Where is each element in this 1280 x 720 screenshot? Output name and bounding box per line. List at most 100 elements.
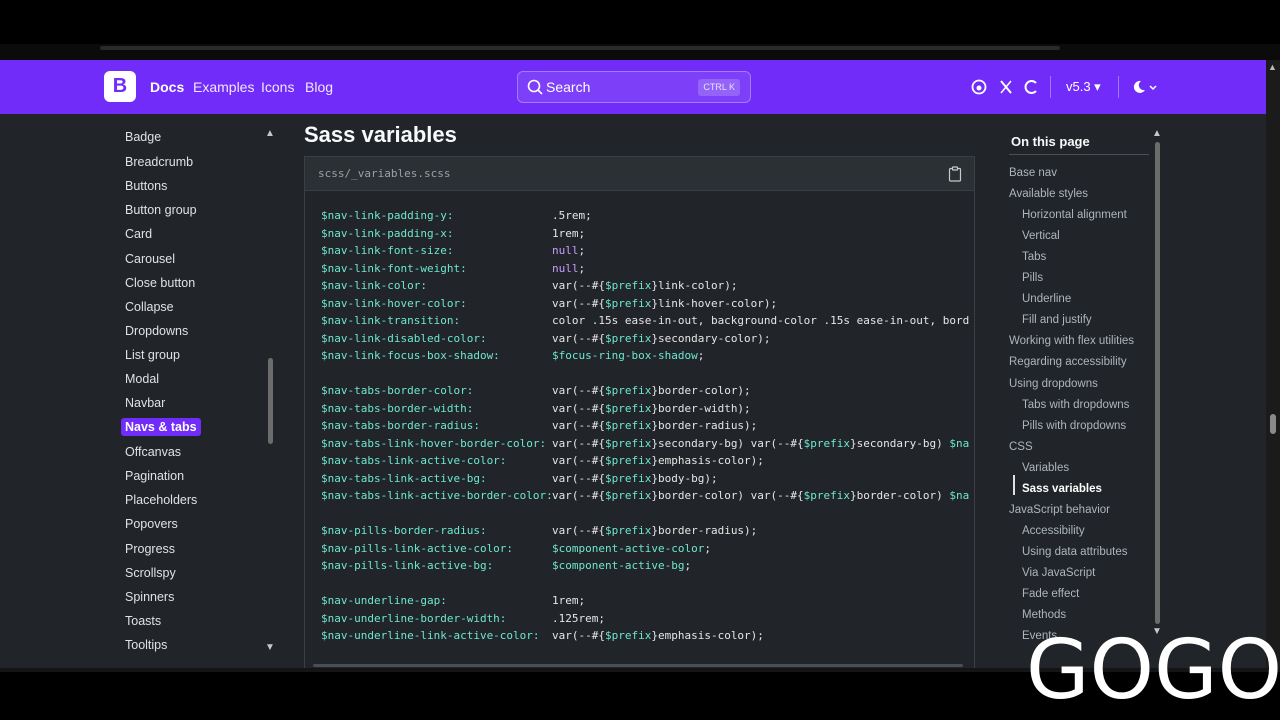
toc-item[interactable]: Horizontal alignment — [1022, 209, 1127, 221]
code-variable-name: $nav-pills-link-active-bg: — [321, 559, 494, 572]
code-variable-name: $nav-underline-link-active-color: — [321, 629, 540, 642]
sidebar-item-spinners[interactable]: Spinners — [125, 590, 174, 604]
sidebar-item-progress[interactable]: Progress — [125, 542, 175, 556]
navbar-divider — [1118, 76, 1119, 98]
navbar-divider — [1050, 76, 1051, 98]
theme-toggle-icon[interactable] — [1131, 79, 1157, 95]
sidebar-item-placeholders[interactable]: Placeholders — [125, 493, 197, 507]
sidebar-item-button-group[interactable]: Button group — [125, 203, 197, 217]
opencollective-icon[interactable] — [1024, 79, 1040, 95]
toc-item[interactable]: Using data attributes — [1022, 546, 1127, 558]
code-variable-name: $nav-link-transition: — [321, 314, 461, 327]
code-variable-name: $nav-link-disabled-color: — [321, 331, 487, 345]
page-scrollbar[interactable] — [1266, 60, 1280, 668]
code-variable-name: $nav-link-color: — [321, 279, 427, 292]
sidebar-item-card[interactable]: Card — [125, 227, 152, 241]
sidebar-item-navbar[interactable]: Navbar — [125, 396, 165, 410]
page-scrollbar-thumb[interactable] — [1270, 414, 1276, 434]
toc-item[interactable]: Available styles — [1009, 188, 1088, 200]
code-variable-name: $nav-pills-link-active-color: — [321, 541, 514, 555]
search-button[interactable]: Search CTRL K — [517, 71, 751, 103]
toc-item[interactable]: Methods — [1022, 609, 1066, 621]
sidebar-item-list-group[interactable]: List group — [125, 348, 180, 362]
browser-toolbar-strip — [0, 44, 1280, 60]
toc-active-indicator — [1013, 475, 1015, 495]
toc-item[interactable]: Pills with dropdowns — [1022, 420, 1126, 432]
sidebar-scroll-up-icon[interactable]: ▲ — [265, 128, 275, 139]
code-variable-value: var(--#{$prefix}border-color) var(--#{$p… — [552, 489, 970, 502]
sidebar-item-modal[interactable]: Modal — [125, 372, 159, 386]
toc-item[interactable]: Fill and justify — [1022, 314, 1092, 326]
toc-scroll-up-icon[interactable]: ▲ — [1152, 128, 1162, 139]
toc-item[interactable]: Regarding accessibility — [1009, 356, 1127, 368]
toc-item[interactable]: Tabs with dropdowns — [1022, 399, 1129, 411]
sidebar-item-offcanvas[interactable]: Offcanvas — [125, 445, 181, 459]
sidebar-item-close-button[interactable]: Close button — [125, 276, 195, 290]
code-line: $nav-underline-border-width: .125rem; — [321, 612, 971, 629]
toc-item[interactable]: Working with flex utilities — [1009, 335, 1134, 347]
toc-item[interactable]: Fade effect — [1022, 588, 1079, 600]
code-line: $nav-tabs-border-color: var(--#{$prefix}b… — [321, 384, 971, 401]
sidebar-item-tooltips[interactable]: Tooltips — [125, 638, 167, 652]
sidebar-item-dropdowns[interactable]: Dropdowns — [125, 324, 188, 338]
code-variable-name: $nav-underline-border-width: — [321, 611, 507, 625]
x-icon[interactable] — [998, 79, 1014, 95]
nav-link-icons[interactable]: Icons — [261, 79, 294, 95]
sidebar-item-toasts[interactable]: Toasts — [125, 614, 161, 628]
code-variable-value: $component-active-color; — [552, 541, 711, 555]
toc-item[interactable]: Pills — [1022, 272, 1043, 284]
code-line: $nav-tabs-link-active-bg: var(--#{$prefix… — [321, 472, 971, 489]
sidebar: ▲ Badge Breadcrumb Buttons Button group … — [0, 114, 280, 668]
section-title: Sass variables — [304, 122, 457, 147]
sidebar-scroll-down-icon[interactable]: ▼ — [265, 642, 275, 653]
nav-link-examples[interactable]: Examples — [193, 79, 254, 95]
toc-item[interactable]: Underline — [1022, 293, 1071, 305]
sidebar-item-scrollspy[interactable]: Scrollspy — [125, 566, 176, 580]
main-area: ▲ Badge Breadcrumb Buttons Button group … — [0, 114, 1266, 669]
toc-item[interactable]: Variables — [1022, 462, 1069, 474]
sidebar-item-badge[interactable]: Badge — [125, 130, 161, 144]
top-navbar: B Docs Examples Icons Blog Search CTRL K… — [0, 60, 1266, 114]
toc-item[interactable]: Via JavaScript — [1022, 567, 1095, 579]
code-variable-value: var(--#{$prefix}emphasis-color); — [552, 629, 764, 642]
toc-item[interactable]: Sass variables — [1022, 483, 1102, 495]
code-variable-value: $focus-ring-box-shadow; — [552, 349, 705, 362]
toc-item[interactable]: Vertical — [1022, 230, 1060, 242]
toc-item[interactable]: JavaScript behavior — [1009, 504, 1110, 516]
clipboard-icon[interactable] — [948, 166, 962, 182]
toc-item[interactable]: Accessibility — [1022, 525, 1085, 537]
nav-link-docs[interactable]: Docs — [150, 79, 184, 95]
code-example: scss/_variables.scss $nav-link-padding-y… — [304, 156, 975, 669]
sidebar-item-carousel[interactable]: Carousel — [125, 252, 175, 266]
toc-item[interactable]: CSS — [1009, 441, 1033, 453]
version-dropdown[interactable]: v5.3 ▾ — [1066, 79, 1101, 95]
toc-scrollbar-thumb[interactable] — [1155, 142, 1160, 624]
nav-link-blog[interactable]: Blog — [305, 79, 333, 95]
sidebar-item-navs-tabs[interactable]: Navs & tabs — [121, 418, 201, 436]
code-line: $nav-link-font-size: null; — [321, 244, 971, 261]
sidebar-item-breadcrumb[interactable]: Breadcrumb — [125, 155, 193, 169]
code-horizontal-scrollbar[interactable] — [313, 664, 963, 667]
code-variable-name: $nav-pills-border-radius: — [321, 524, 487, 537]
code-variable-name: $nav-link-font-weight: — [321, 261, 467, 275]
sidebar-scrollbar-thumb[interactable] — [268, 358, 273, 444]
toc-item[interactable]: Base nav — [1009, 167, 1057, 179]
code-variable-name: $nav-underline-gap: — [321, 594, 447, 607]
sidebar-item-popovers[interactable]: Popovers — [125, 517, 178, 531]
sidebar-item-pagination[interactable]: Pagination — [125, 469, 184, 483]
page-scroll-up-icon[interactable]: ▲ — [1268, 62, 1277, 72]
github-icon[interactable] — [971, 79, 987, 95]
bootstrap-logo[interactable]: B — [104, 71, 136, 102]
toc-item[interactable]: Using dropdowns — [1009, 378, 1098, 390]
code-variable-value: 1rem; — [552, 226, 586, 240]
code-line: $nav-underline-link-active-color: var(--#… — [321, 629, 971, 646]
code-variable-value: var(--#{$prefix}secondary-bg) var(--#{$p… — [552, 436, 970, 450]
code-variable-name: $nav-tabs-link-active-border-color: — [321, 489, 553, 502]
sidebar-item-buttons[interactable]: Buttons — [125, 179, 167, 193]
toc-item[interactable]: Tabs — [1022, 251, 1046, 263]
code-variable-name: $nav-link-font-size: — [321, 244, 454, 257]
code-variable-name: $nav-tabs-link-hover-border-color: — [321, 436, 547, 450]
sidebar-item-collapse[interactable]: Collapse — [125, 300, 174, 314]
